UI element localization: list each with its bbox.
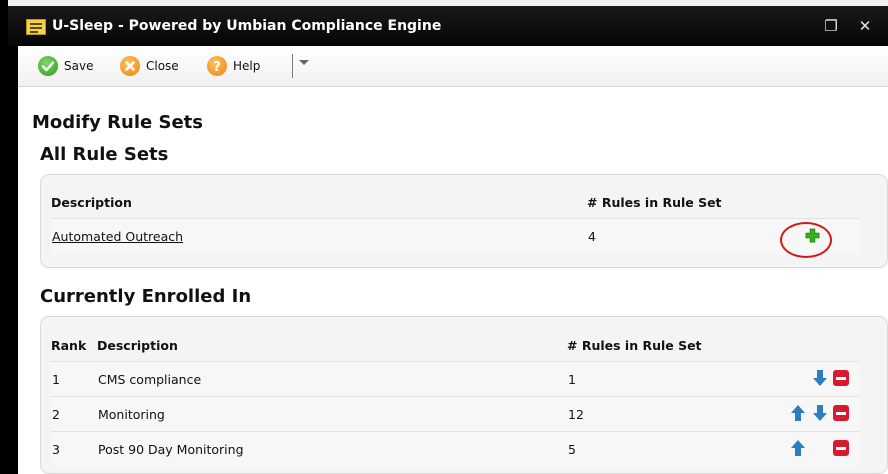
table-header-row: Rank Description # Rules in Rule Set <box>51 329 859 362</box>
help-label: Help <box>233 59 261 73</box>
toolbar-separator <box>292 54 293 78</box>
enrolled-table: Rank Description # Rules in Rule Set 1 C… <box>51 329 859 466</box>
column-header-description: Description <box>51 194 132 210</box>
move-up-arrow-icon[interactable] <box>791 440 805 456</box>
title-bar[interactable]: U-Sleep - Powered by Umbian Compliance E… <box>8 6 888 46</box>
enrolled-panel: Rank Description # Rules in Rule Set 1 C… <box>40 316 888 474</box>
toolbar: Save Close ? Help <box>18 46 888 87</box>
description-cell: Post 90 Day Monitoring <box>97 431 567 466</box>
save-button[interactable]: Save <box>38 55 93 77</box>
window-title: U-Sleep - Powered by Umbian Compliance E… <box>52 18 442 34</box>
checkmark-icon <box>38 56 58 76</box>
rank-cell: 1 <box>51 361 97 397</box>
chevron-down-icon[interactable] <box>299 60 309 65</box>
window-close-icon[interactable]: ✕ <box>854 15 876 37</box>
currently-enrolled-heading: Currently Enrolled In <box>40 286 252 307</box>
save-label: Save <box>64 59 94 73</box>
restore-icon[interactable]: ❐ <box>820 15 842 37</box>
table-row: 2 Monitoring 12 <box>51 396 859 432</box>
main-content: Save Close ? Help Modify Rule Sets All R… <box>18 46 888 474</box>
remove-icon[interactable] <box>833 440 849 456</box>
all-rule-sets-table: Description # Rules in Rule Set Automate… <box>51 186 859 253</box>
column-header-description: Description <box>97 337 178 353</box>
all-rule-sets-panel: Description # Rules in Rule Set Automate… <box>40 174 888 268</box>
rule-set-link[interactable]: Automated Outreach <box>52 229 183 244</box>
rule-count: 4 <box>587 218 777 253</box>
row-actions <box>747 361 859 397</box>
add-plus-icon[interactable] <box>805 228 820 243</box>
row-actions <box>747 396 859 432</box>
close-x-icon <box>120 56 140 76</box>
description-cell: CMS compliance <box>97 361 567 397</box>
table-row: Automated Outreach 4 <box>51 218 859 253</box>
row-actions <box>777 218 859 253</box>
column-header-rules: # Rules in Rule Set <box>587 194 722 210</box>
close-button[interactable]: Close <box>120 55 179 77</box>
move-down-arrow-icon[interactable] <box>813 405 827 421</box>
page-title: Modify Rule Sets <box>32 112 203 133</box>
remove-icon[interactable] <box>833 405 849 421</box>
column-header-rank: Rank <box>51 337 87 353</box>
question-mark-icon: ? <box>207 56 227 76</box>
rule-count: 1 <box>567 361 747 397</box>
column-header-actions <box>747 329 859 362</box>
table-header-row: Description # Rules in Rule Set <box>51 186 859 219</box>
help-button[interactable]: ? Help <box>207 55 260 77</box>
rank-cell: 3 <box>51 431 97 466</box>
row-actions <box>747 431 859 466</box>
column-header-rules: # Rules in Rule Set <box>567 337 702 353</box>
window-left-frame <box>0 0 8 474</box>
app-window: U-Sleep - Powered by Umbian Compliance E… <box>8 6 888 474</box>
column-header-actions <box>777 186 859 219</box>
remove-icon[interactable] <box>833 370 849 386</box>
move-down-arrow-icon[interactable] <box>813 370 827 386</box>
svg-text:?: ? <box>213 60 221 75</box>
rule-count: 12 <box>567 396 747 432</box>
rule-count: 5 <box>567 431 747 466</box>
table-row: 3 Post 90 Day Monitoring 5 <box>51 431 859 466</box>
description-cell: Monitoring <box>97 396 567 432</box>
all-rule-sets-heading: All Rule Sets <box>40 144 169 165</box>
move-up-arrow-icon[interactable] <box>791 405 805 421</box>
rank-cell: 2 <box>51 396 97 432</box>
app-document-icon <box>26 19 46 35</box>
close-label: Close <box>146 59 179 73</box>
table-row: 1 CMS compliance 1 <box>51 361 859 397</box>
